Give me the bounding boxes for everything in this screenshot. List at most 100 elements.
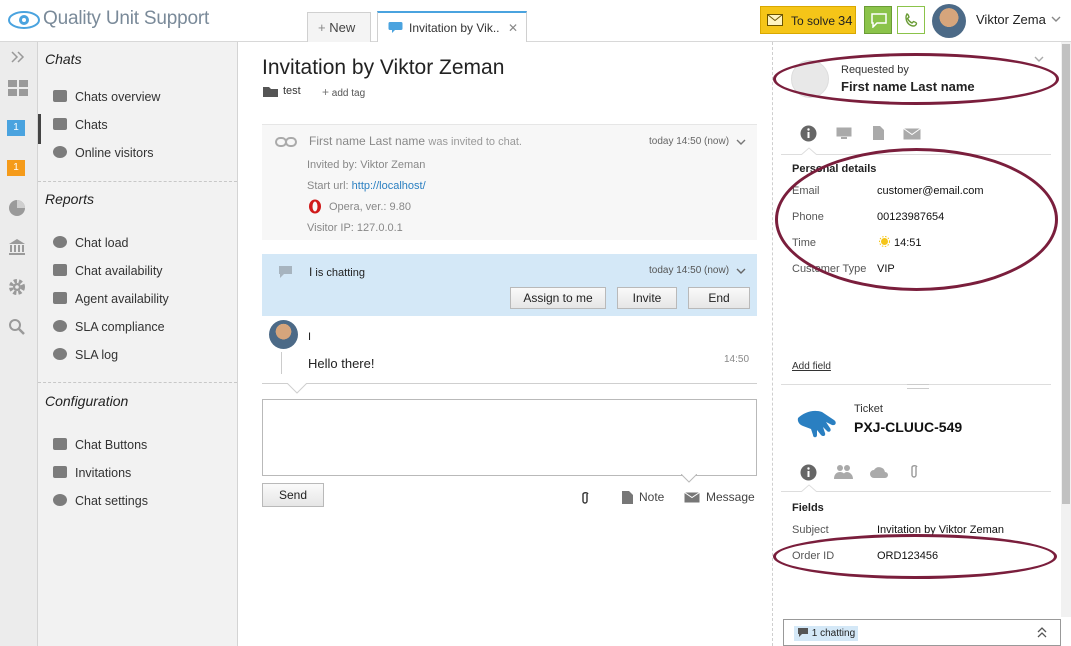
- top-bar: Quality Unit Support + New Invitation by…: [0, 0, 1071, 42]
- chevron-down-icon[interactable]: [1051, 16, 1061, 23]
- phone-status-button[interactable]: [897, 6, 925, 34]
- sidebar-item-label: Chats overview: [75, 90, 161, 104]
- user-avatar[interactable]: [932, 4, 966, 38]
- double-chevron-up-icon[interactable]: [1037, 627, 1047, 638]
- sidebar-item-label: Chat Buttons: [75, 438, 148, 452]
- to-solve-count: 34: [838, 13, 853, 28]
- chats-badge[interactable]: 1: [7, 120, 25, 136]
- message-thread-line: [281, 352, 282, 374]
- attachment-icon[interactable]: [581, 491, 590, 505]
- message-mode-button[interactable]: Message: [706, 490, 755, 504]
- message-input[interactable]: [262, 399, 757, 476]
- start-url-link[interactable]: http://localhost/: [352, 180, 426, 192]
- sidebar-item-online-visitors[interactable]: Online visitors: [53, 146, 154, 160]
- sidebar-item-label: Chats: [75, 118, 108, 132]
- add-field-link[interactable]: Add field: [792, 361, 831, 372]
- tickets-badge[interactable]: 1: [7, 160, 25, 176]
- sidebar-item-chat-load[interactable]: Chat load: [53, 236, 129, 250]
- info-icon[interactable]: [800, 464, 817, 481]
- dashboard-icon[interactable]: [8, 80, 28, 96]
- opera-icon: [309, 199, 321, 214]
- sidebar-section-configuration: Configuration: [45, 393, 129, 409]
- main-panel: Invitation by Viktor Zeman test + add ta…: [238, 42, 772, 646]
- annotation-oval-personal-details: [775, 148, 1058, 291]
- message-avatar: [269, 320, 298, 349]
- search-icon[interactable]: [8, 318, 26, 336]
- annotation-oval-requester: [773, 53, 1059, 105]
- info-icon[interactable]: [800, 125, 817, 142]
- chatting-badge[interactable]: 1 chatting: [794, 626, 859, 641]
- chat-button-icon: [53, 438, 67, 450]
- plus-icon: +: [322, 85, 330, 99]
- note-icon[interactable]: [622, 491, 633, 504]
- sidebar: Chats Chats overview Chats Online visito…: [38, 42, 238, 646]
- sidebar-item-chats-overview[interactable]: Chats overview: [53, 90, 160, 104]
- tag[interactable]: test: [283, 85, 301, 97]
- user-name[interactable]: Viktor Zema: [976, 12, 1046, 27]
- sidebar-item-chat-availability[interactable]: Chat availability: [53, 264, 163, 278]
- chevron-down-icon[interactable]: [1034, 56, 1044, 63]
- sidebar-item-agent-availability[interactable]: Agent availability: [53, 292, 169, 306]
- chat-bubble-icon: [798, 628, 808, 637]
- sidebar-item-invitations[interactable]: Invitations: [53, 466, 131, 480]
- event-time: today 14:50 (now): [649, 136, 730, 147]
- message-author: I: [308, 331, 312, 343]
- tab-divider: [781, 491, 1051, 492]
- gauge-icon: [53, 236, 67, 248]
- chevron-down-icon[interactable]: [736, 268, 746, 275]
- to-solve-button[interactable]: To solve 34: [760, 6, 856, 34]
- sidebar-item-sla-compliance[interactable]: SLA compliance: [53, 320, 165, 334]
- bank-icon[interactable]: [8, 238, 26, 256]
- sidebar-item-label: Chat settings: [75, 494, 148, 508]
- chatting-time: today 14:50 (now): [649, 265, 730, 276]
- message-time: 14:50: [724, 354, 750, 365]
- document-icon[interactable]: [873, 126, 884, 140]
- envelope-icon: [767, 14, 783, 26]
- expand-icon[interactable]: [11, 51, 25, 63]
- chatting-badge-label: 1 chatting: [811, 628, 856, 639]
- message-envelope-icon[interactable]: [684, 492, 700, 503]
- chevron-down-icon[interactable]: [736, 139, 746, 146]
- reports-pie-icon[interactable]: [8, 199, 26, 217]
- tab-new-label: New: [329, 20, 356, 35]
- sidebar-item-label: SLA log: [75, 348, 119, 362]
- plus-icon: +: [318, 20, 326, 35]
- to-solve-label: To solve: [791, 14, 836, 28]
- ticket-label: Ticket: [854, 403, 883, 415]
- agent-check-icon: [53, 292, 67, 304]
- sidebar-item-chats[interactable]: Chats: [53, 118, 108, 132]
- sidebar-divider: [38, 181, 237, 182]
- assign-to-me-button[interactable]: Assign to me: [510, 287, 606, 309]
- monitor-icon[interactable]: [836, 127, 852, 140]
- tab-new[interactable]: + New: [307, 12, 371, 42]
- close-icon[interactable]: ✕: [508, 21, 518, 35]
- people-icon[interactable]: [834, 464, 853, 480]
- invitations-icon: [53, 466, 67, 478]
- sidebar-item-chat-settings[interactable]: Chat settings: [53, 494, 148, 508]
- invite-button[interactable]: Invite: [617, 287, 677, 309]
- send-button[interactable]: Send: [262, 483, 324, 507]
- scrollbar-thumb[interactable]: [1062, 44, 1070, 504]
- chat-status-button[interactable]: [864, 6, 892, 34]
- invited-by: Invited by: Viktor Zeman: [307, 159, 426, 171]
- sidebar-item-chat-buttons[interactable]: Chat Buttons: [53, 438, 147, 452]
- attachment-icon[interactable]: [910, 464, 919, 479]
- composer-mode-notch: [681, 474, 697, 483]
- sidebar-section-reports: Reports: [45, 191, 95, 207]
- resize-handle[interactable]: [907, 384, 929, 389]
- start-url-row: Start url: http://localhost/: [307, 180, 426, 192]
- gear-icon[interactable]: [8, 278, 26, 296]
- sidebar-item-label: Invitations: [75, 466, 132, 480]
- log-icon: [53, 348, 67, 360]
- note-button[interactable]: Note: [639, 490, 664, 504]
- email-icon[interactable]: [903, 128, 921, 140]
- add-tag-button[interactable]: + add tag: [322, 85, 365, 99]
- end-button[interactable]: End: [688, 287, 750, 309]
- sidebar-item-sla-log[interactable]: SLA log: [53, 348, 118, 362]
- tab-invitation[interactable]: Invitation by Vik.. ✕: [377, 11, 527, 42]
- chatting-footer[interactable]: 1 chatting: [783, 619, 1061, 646]
- cloud-icon[interactable]: [869, 466, 889, 478]
- sidebar-divider: [38, 382, 237, 383]
- ticket-id[interactable]: PXJ-CLUUC-549: [854, 419, 962, 435]
- event-action: was invited to chat.: [428, 136, 522, 148]
